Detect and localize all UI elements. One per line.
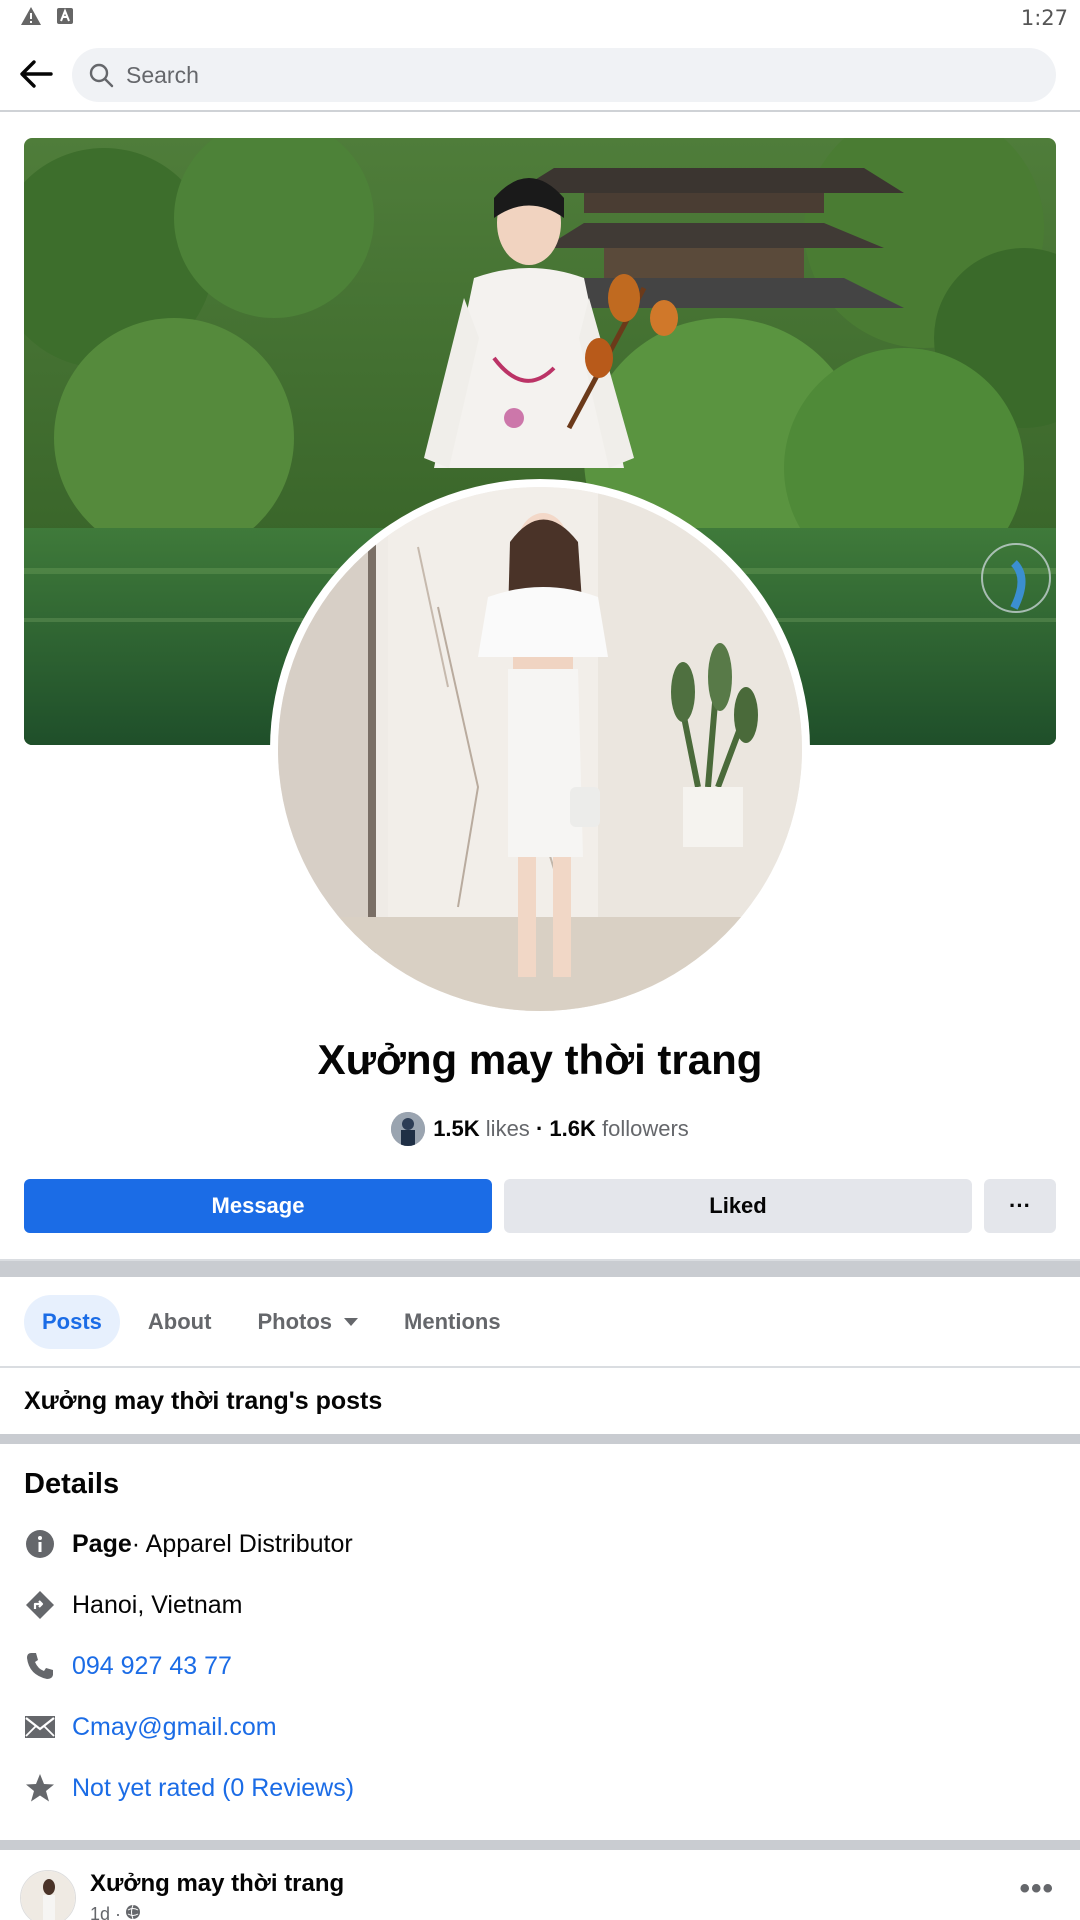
tabs-divider	[0, 1366, 1080, 1368]
detail-category: Page · Apparel Distributor	[24, 1524, 353, 1564]
followers-count: 1.6K	[549, 1116, 596, 1141]
search-placeholder: Search	[126, 61, 199, 88]
back-button[interactable]	[14, 54, 58, 94]
top-bar: Search	[0, 36, 1080, 112]
search-input[interactable]: Search	[72, 48, 1056, 102]
detail-phone[interactable]: 094 927 43 77	[24, 1646, 232, 1686]
page-title: Xưởng may thời trang	[317, 1036, 763, 1083]
section-divider	[0, 1259, 1080, 1277]
detail-location[interactable]: Hanoi, Vietnam	[24, 1585, 242, 1625]
tab-photos-label: Photos	[257, 1309, 333, 1334]
tab-mentions[interactable]: Mentions	[386, 1295, 519, 1349]
liker-avatar	[391, 1112, 426, 1146]
tab-about[interactable]: About	[130, 1295, 230, 1349]
caret-down-icon	[344, 1318, 359, 1326]
info-icon	[24, 1528, 56, 1560]
warning-icon	[20, 6, 42, 31]
globe-icon	[125, 1904, 141, 1920]
likes-count: 1.5K	[433, 1116, 480, 1141]
detail-rating[interactable]: Not yet rated (0 Reviews)	[24, 1768, 354, 1808]
directions-icon	[24, 1589, 56, 1621]
status-bar: 1:27	[0, 0, 1080, 36]
arrow-left-icon	[20, 60, 53, 88]
post-time: 1d ·	[90, 1904, 122, 1920]
tab-posts[interactable]: Posts	[24, 1295, 120, 1349]
details-title: Details	[24, 1468, 120, 1500]
post-author-avatar[interactable]	[20, 1870, 76, 1920]
detail-email[interactable]: Cmay@gmail.com	[24, 1707, 277, 1747]
phone-icon	[24, 1650, 56, 1682]
detail-location-text: Hanoi, Vietnam	[72, 1590, 243, 1619]
envelope-icon	[24, 1711, 56, 1743]
page-stats[interactable]: 1.5K likes · 1.6K followers	[0, 1112, 1080, 1146]
detail-rating-link[interactable]: Not yet rated (0 Reviews)	[72, 1774, 354, 1803]
likes-label: likes	[485, 1116, 530, 1141]
tab-photos[interactable]: Photos	[239, 1295, 376, 1349]
profile-tabs: Posts About Photos Mentions	[24, 1295, 519, 1349]
message-button[interactable]: Message	[24, 1179, 492, 1233]
search-icon	[89, 63, 114, 88]
clock: 1:27	[1020, 6, 1068, 30]
post-options-button[interactable]: •••	[1019, 1872, 1054, 1906]
post-meta: 1d ·	[90, 1904, 141, 1920]
post-author-name[interactable]: Xưởng may thời trang	[90, 1870, 344, 1898]
star-icon	[24, 1772, 56, 1804]
more-options-button[interactable]: ···	[984, 1179, 1056, 1233]
detail-email-link[interactable]: Cmay@gmail.com	[72, 1713, 277, 1742]
section-divider	[0, 1434, 1080, 1444]
section-divider	[0, 1840, 1080, 1850]
posts-heading: Xưởng may thời trang's posts	[24, 1387, 383, 1415]
app-notification-icon	[56, 7, 74, 30]
profile-picture[interactable]	[270, 479, 810, 1019]
liked-button[interactable]: Liked	[504, 1179, 972, 1233]
detail-category-prefix: Page	[72, 1529, 132, 1558]
followers-label: followers	[602, 1116, 689, 1141]
stats-separator: ·	[535, 1116, 544, 1141]
post-header: Xưởng may thời trang 1d · •••	[0, 1850, 1080, 1920]
action-buttons: Message Liked ···	[24, 1179, 1056, 1233]
detail-category-text: · Apparel Distributor	[131, 1529, 353, 1558]
detail-phone-link[interactable]: 094 927 43 77	[72, 1652, 232, 1681]
